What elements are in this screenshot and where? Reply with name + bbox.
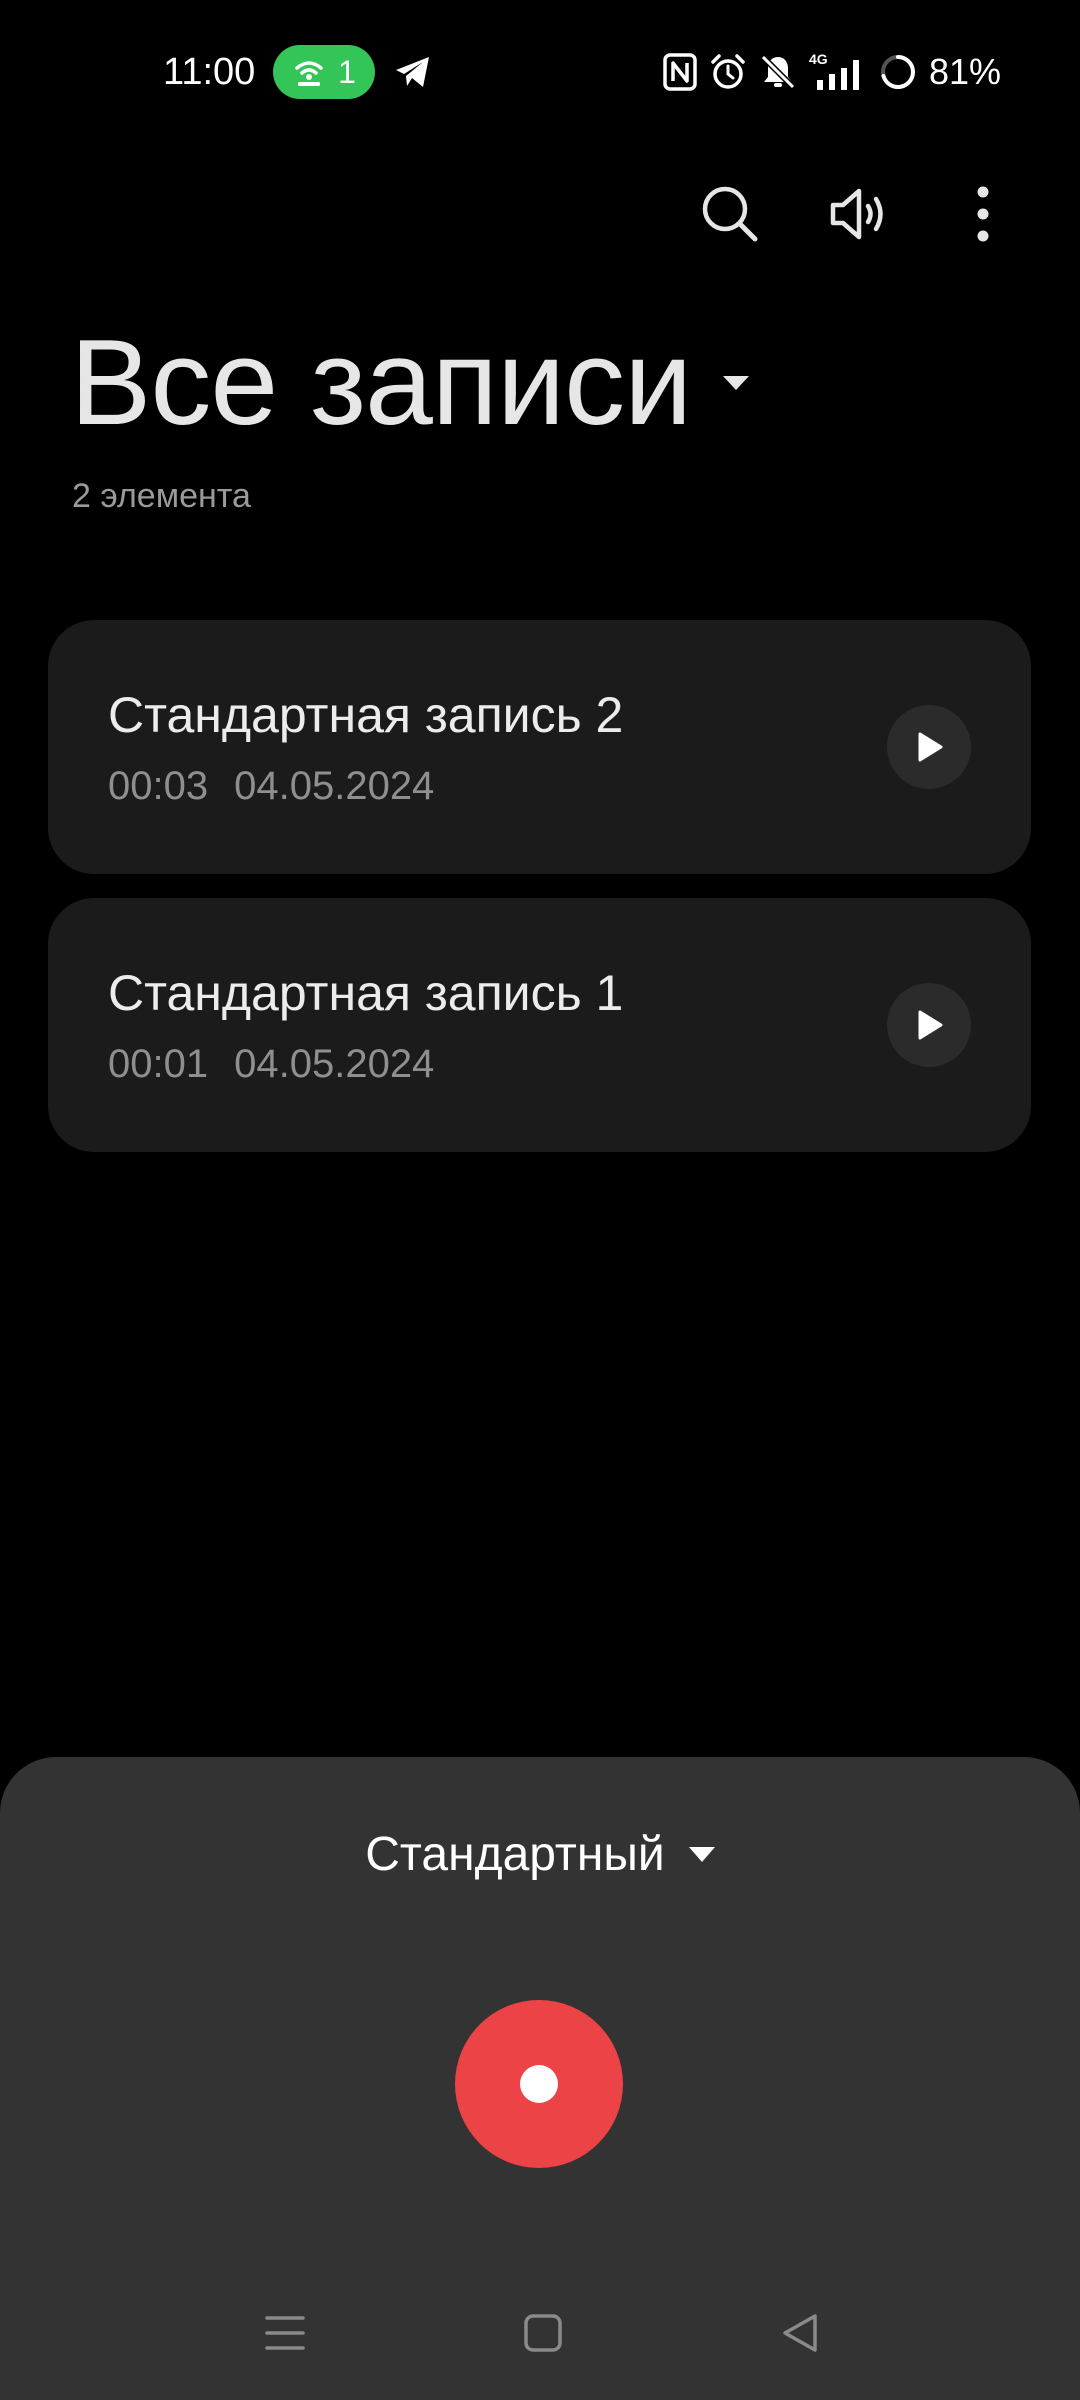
status-time: 11:00 bbox=[163, 51, 256, 93]
record-button[interactable] bbox=[455, 2000, 623, 2168]
speaker-icon bbox=[830, 188, 883, 240]
telegram-icon bbox=[396, 57, 429, 87]
hotspot-badge[interactable]: 1 bbox=[273, 45, 375, 99]
bell-off-icon bbox=[760, 54, 796, 90]
search-button[interactable] bbox=[690, 174, 770, 254]
menu-icon bbox=[265, 2316, 305, 2350]
recording-meta: 00:03 04.05.2024 bbox=[108, 764, 434, 809]
recording-mode-label: Стандартный bbox=[365, 1828, 665, 1881]
play-button[interactable] bbox=[887, 983, 971, 1067]
recent-apps-button[interactable] bbox=[235, 2300, 335, 2366]
signal-icon: 4G bbox=[809, 52, 859, 90]
page-title: Все записи bbox=[70, 314, 692, 450]
recording-meta: 00:01 04.05.2024 bbox=[108, 1042, 434, 1087]
recording-item[interactable]: Стандартная запись 1 00:01 04.05.2024 bbox=[48, 898, 1031, 1152]
recording-duration: 00:03 bbox=[108, 764, 209, 808]
more-vertical-icon bbox=[977, 186, 989, 242]
search-icon bbox=[702, 186, 758, 242]
network-type: 4G bbox=[809, 52, 828, 67]
folder-selector[interactable]: Все записи bbox=[70, 312, 750, 452]
home-button[interactable] bbox=[493, 2300, 593, 2366]
recording-name: Стандартная запись 2 bbox=[108, 687, 624, 743]
nfc-icon bbox=[663, 53, 697, 91]
status-bar: 11:00 1 4G 81% bbox=[0, 0, 1080, 140]
recording-date: 04.05.2024 bbox=[234, 1042, 435, 1086]
recording-name: Стандартная запись 1 bbox=[108, 965, 624, 1021]
more-options-button[interactable] bbox=[943, 174, 1023, 254]
recording-duration: 00:01 bbox=[108, 1042, 209, 1086]
caret-down-icon bbox=[688, 1847, 715, 1862]
alarm-icon bbox=[711, 54, 745, 89]
battery-icon bbox=[880, 55, 915, 89]
caret-down-icon bbox=[723, 376, 750, 390]
play-icon bbox=[918, 1010, 943, 1040]
recording-mode-selector[interactable]: Стандартный bbox=[0, 1827, 1080, 1882]
home-icon bbox=[524, 2314, 562, 2352]
hotspot-icon bbox=[295, 61, 323, 86]
battery-percent: 81% bbox=[928, 51, 1001, 92]
back-icon bbox=[783, 2314, 817, 2352]
recording-item[interactable]: Стандартная запись 2 00:03 04.05.2024 bbox=[48, 620, 1031, 874]
hotspot-count: 1 bbox=[338, 53, 356, 90]
play-button[interactable] bbox=[887, 705, 971, 789]
recording-date: 04.05.2024 bbox=[234, 764, 435, 808]
speaker-button[interactable] bbox=[820, 174, 900, 254]
status-icons: 4G 81% bbox=[663, 44, 1001, 100]
play-icon bbox=[918, 732, 943, 762]
back-button[interactable] bbox=[750, 2300, 850, 2366]
record-dot-icon bbox=[520, 2065, 558, 2103]
item-count: 2 элемента bbox=[72, 477, 251, 515]
